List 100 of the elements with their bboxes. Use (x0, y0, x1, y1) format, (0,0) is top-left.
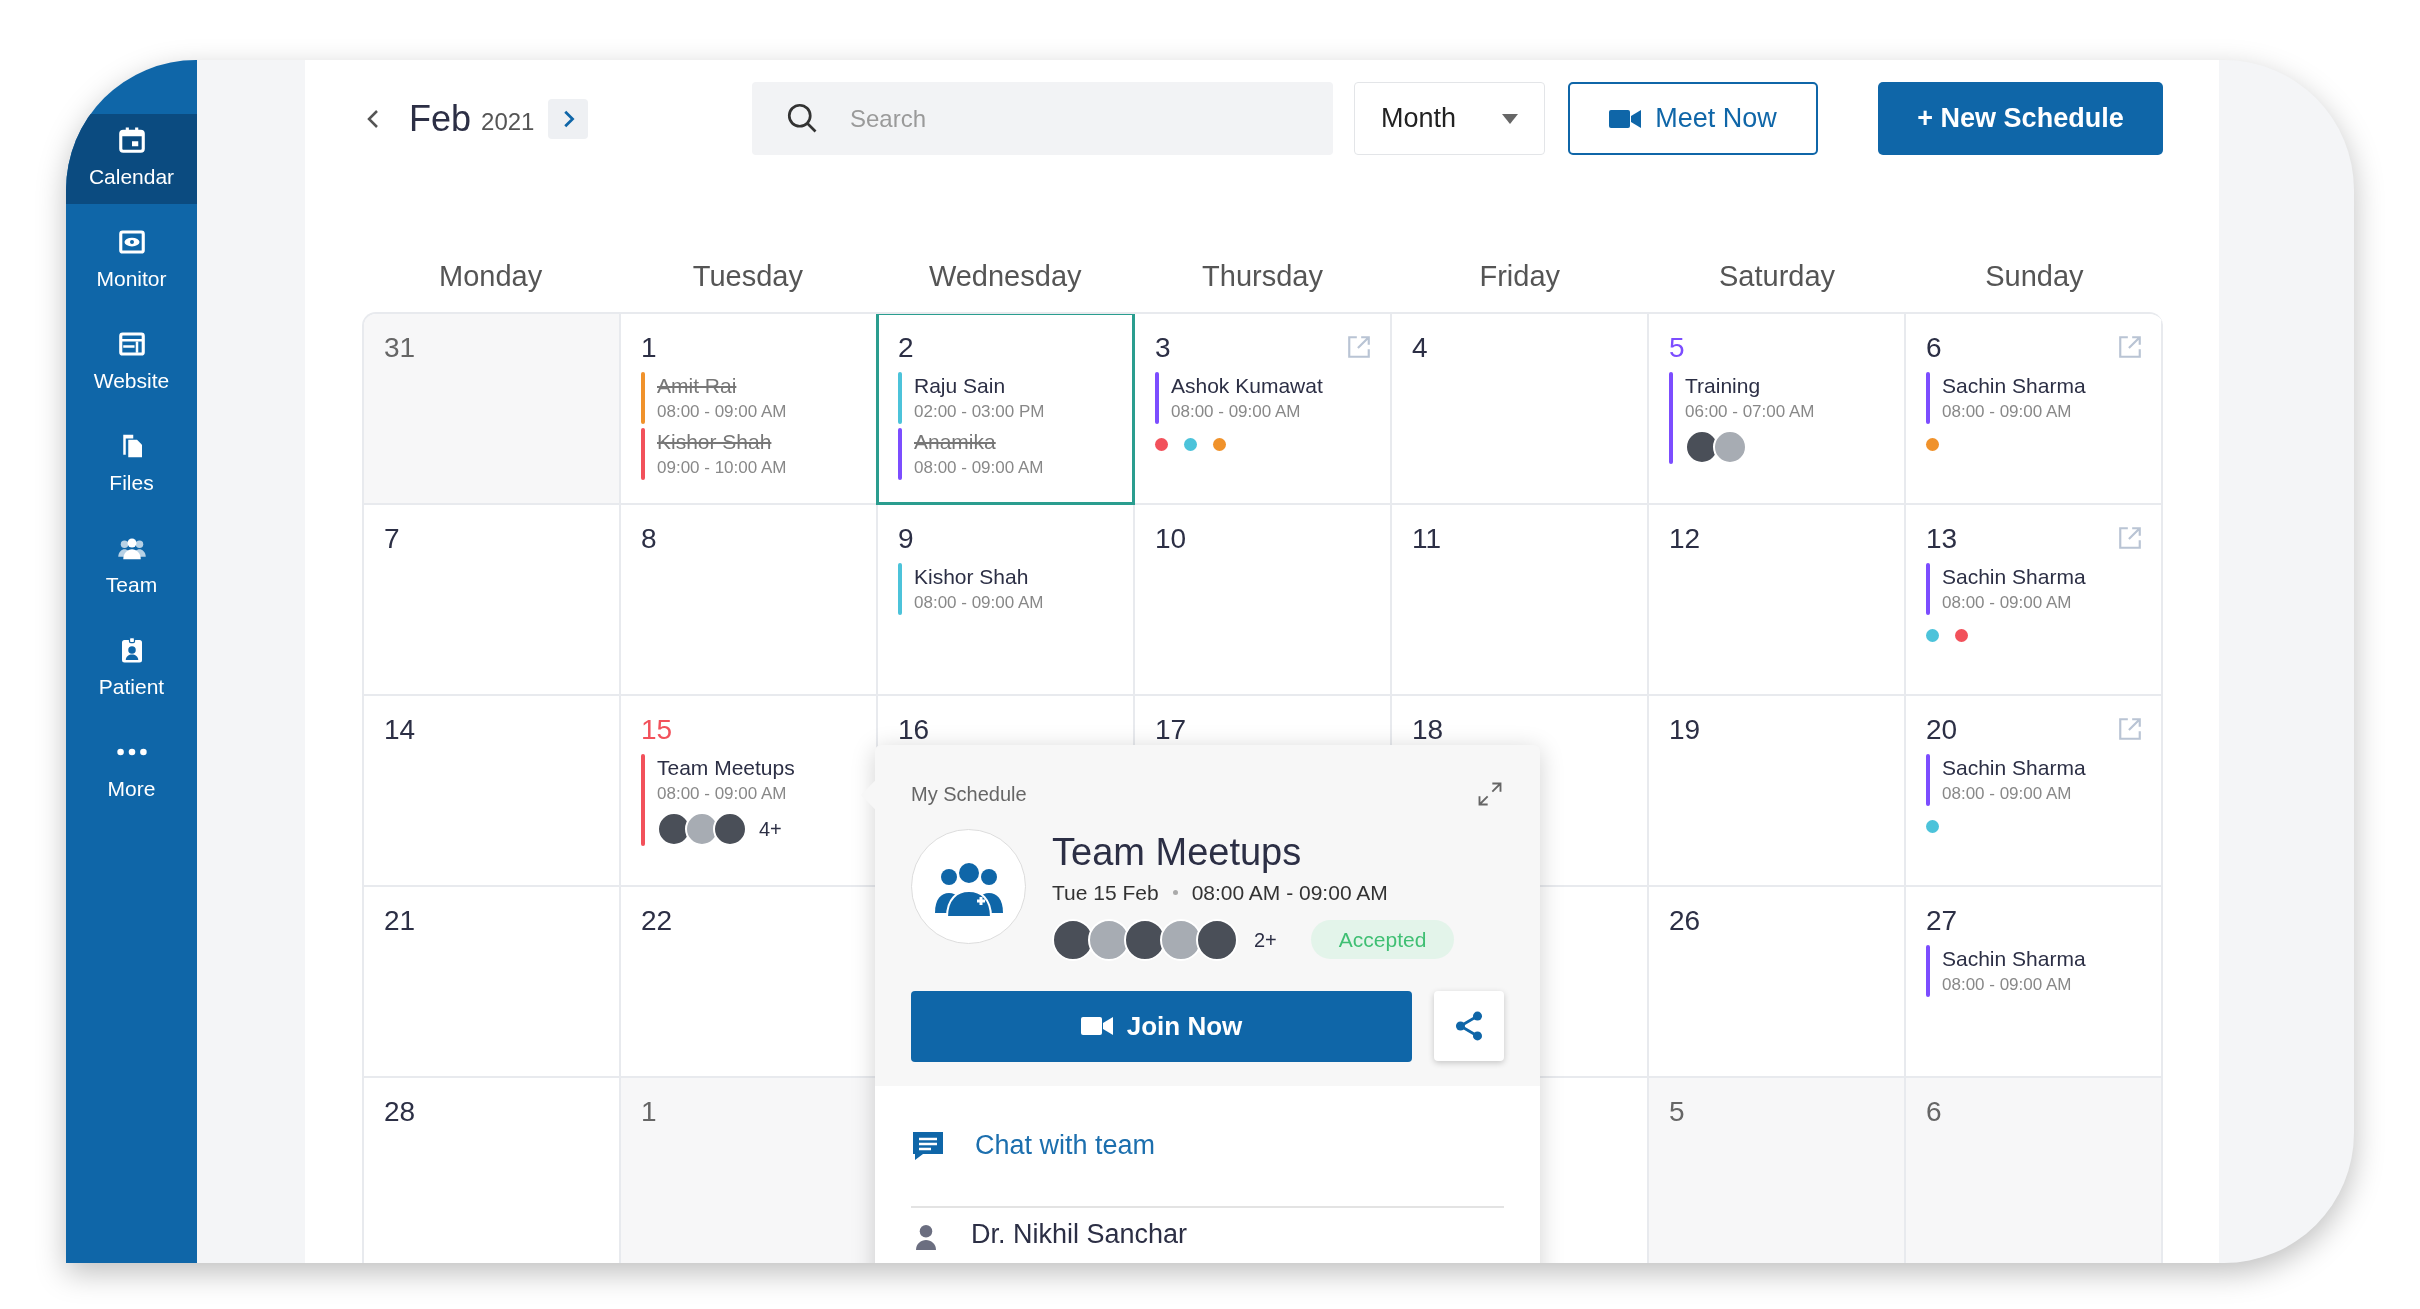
day-number: 9 (898, 522, 914, 556)
popup-title: Team Meetups (1052, 830, 1303, 875)
day-number: 5 (1669, 331, 1685, 365)
day-number: 1 (641, 1095, 657, 1129)
day-cell[interactable]: 6 Sachin Sharma 08:00 - 09:00 AM (1906, 314, 2163, 505)
day-cell[interactable]: 1 (621, 1078, 878, 1263)
day-number: 12 (1669, 522, 1701, 556)
status-badge: Accepted (1310, 919, 1455, 960)
event-title[interactable]: Raju Sain (914, 372, 1045, 400)
day-number: 5 (1669, 1095, 1685, 1129)
chat-bubble-icon (911, 1129, 945, 1162)
event-title[interactable]: Kishor Shah (657, 428, 787, 456)
day-cell[interactable]: 19 (1649, 696, 1906, 887)
day-cell[interactable]: 27 Sachin Sharma 08:00 - 09:00 AM (1906, 887, 2163, 1078)
event-time: 02:00 - 03:00 PM (914, 401, 1045, 423)
sidebar-item[interactable]: Team (66, 522, 197, 612)
day-cell[interactable]: 6 (1906, 1078, 2163, 1263)
weekday-header: Saturday (1719, 259, 1836, 294)
day-number: 10 (1155, 522, 1187, 556)
event-title[interactable]: Sachin Sharma (1942, 754, 2086, 782)
day-number: 19 (1669, 713, 1701, 747)
day-number: 6 (1926, 1095, 1942, 1129)
weekday-header: Monday (439, 259, 543, 294)
day-cell[interactable]: 13 Sachin Sharma 08:00 - 09:00 AM (1906, 505, 2163, 696)
day-cell[interactable]: 5 (1649, 1078, 1906, 1263)
event-title[interactable]: Anamika (914, 428, 1044, 456)
day-number: 20 (1926, 713, 1958, 747)
day-cell[interactable]: 3 Ashok Kumawat 08:00 - 09:00 AM (1135, 314, 1392, 505)
day-number: 4 (1412, 331, 1428, 365)
event-time: 08:00 AM - 09:00 AM (1191, 880, 1388, 906)
day-cell[interactable]: 20 Sachin Sharma 08:00 - 09:00 AM (1906, 696, 2163, 887)
day-number: 17 (1155, 713, 1187, 747)
event-time: 08:00 - 09:00 AM (1171, 401, 1302, 423)
year-label: 2021 (481, 106, 535, 137)
event-time: 08:00 - 09:00 AM (657, 401, 787, 423)
event-time: 06:00 - 07:00 AM (1685, 401, 1815, 423)
event-title[interactable]: Training (1685, 372, 1815, 400)
day-number: 28 (384, 1095, 416, 1129)
day-cell[interactable]: 9 Kishor Shah 08:00 - 09:00 AM (878, 505, 1135, 696)
weekday-header: Sunday (1985, 259, 2084, 294)
expand-icon[interactable] (1476, 780, 1504, 808)
day-number: 7 (384, 522, 400, 556)
weekday-header: Friday (1479, 259, 1561, 294)
day-number: 11 (1412, 522, 1442, 556)
event-title[interactable]: Team Meetups (657, 754, 795, 782)
day-cell[interactable]: 26 (1649, 887, 1906, 1078)
day-cell[interactable]: 31 (364, 314, 621, 505)
chat-link[interactable]: Chat with team (911, 1085, 1504, 1206)
calendar-icon (116, 125, 147, 156)
more-dots-icon (116, 748, 147, 757)
search-field[interactable]: Search (752, 82, 1333, 155)
new-schedule-button[interactable]: + New Schedule (1878, 82, 2163, 155)
next-month-button[interactable] (548, 98, 589, 139)
day-cell[interactable]: 21 (364, 887, 621, 1078)
event-title[interactable]: Kishor Shah (914, 563, 1044, 591)
video-camera-icon (1080, 1015, 1113, 1037)
day-number: 1 (641, 331, 657, 365)
day-cell[interactable]: 7 (364, 505, 621, 696)
event-title[interactable]: Sachin Sharma (1942, 563, 2086, 591)
event-title[interactable]: Sachin Sharma (1942, 372, 2086, 400)
event-title[interactable]: Ashok Kumawat (1171, 372, 1323, 400)
day-number: 8 (641, 522, 657, 556)
join-now-button[interactable]: Join Now (911, 990, 1412, 1062)
event-time: 08:00 - 09:00 AM (914, 457, 1044, 479)
event-title[interactable]: Sachin Sharma (1942, 945, 2086, 973)
day-cell[interactable]: 12 (1649, 505, 1906, 696)
day-cell[interactable]: 4 (1392, 314, 1649, 505)
event-time: 08:00 - 09:00 AM (914, 592, 1044, 614)
event-time: 08:00 - 09:00 AM (1942, 974, 2073, 996)
sidebar-item[interactable]: Website (66, 318, 197, 408)
day-cell[interactable]: 5 Training 06:00 - 07:00 AM (1649, 314, 1906, 505)
sidebar-item[interactable]: Calendar (66, 114, 197, 204)
day-cell[interactable]: 2 Raju Sain 02:00 - 03:00 PM Anamika 08:00 - 09:00 AM (878, 314, 1135, 505)
day-number: 15 (641, 713, 673, 747)
sidebar-item[interactable]: Patient (66, 624, 197, 714)
sidebar-item[interactable]: More (66, 726, 197, 816)
event-time: 09:00 - 10:00 AM (657, 457, 787, 479)
sidebar-item[interactable]: Files (66, 420, 197, 510)
meet-now-button[interactable]: Meet Now (1568, 82, 1818, 155)
day-number: 13 (1926, 522, 1958, 556)
day-cell[interactable]: 10 (1135, 505, 1392, 696)
day-number: 26 (1669, 904, 1701, 938)
view-dropdown[interactable]: Month (1354, 82, 1545, 155)
day-cell[interactable]: 15 Team Meetups 08:00 - 09:00 AM 4+ (621, 696, 878, 887)
day-cell[interactable]: 11 (1392, 505, 1649, 696)
caret-down-icon (1502, 113, 1518, 124)
day-cell[interactable]: 8 (621, 505, 878, 696)
event-title[interactable]: Amit Rai (657, 372, 787, 400)
weekday-header: Thursday (1202, 259, 1323, 294)
day-number: 16 (898, 713, 930, 747)
day-number: 21 (384, 904, 416, 938)
weekday-header: Wednesday (928, 259, 1082, 294)
share-button[interactable] (1434, 991, 1504, 1061)
event-time: 08:00 - 09:00 AM (1942, 783, 2073, 805)
event-date: Tue 15 Feb (1052, 880, 1159, 906)
avatar (1196, 918, 1238, 961)
sidebar-item[interactable]: Monitor (66, 216, 197, 306)
weekday-header: Tuesday (692, 259, 803, 294)
day-cell[interactable]: 14 (364, 696, 621, 887)
day-number: 18 (1412, 713, 1444, 747)
